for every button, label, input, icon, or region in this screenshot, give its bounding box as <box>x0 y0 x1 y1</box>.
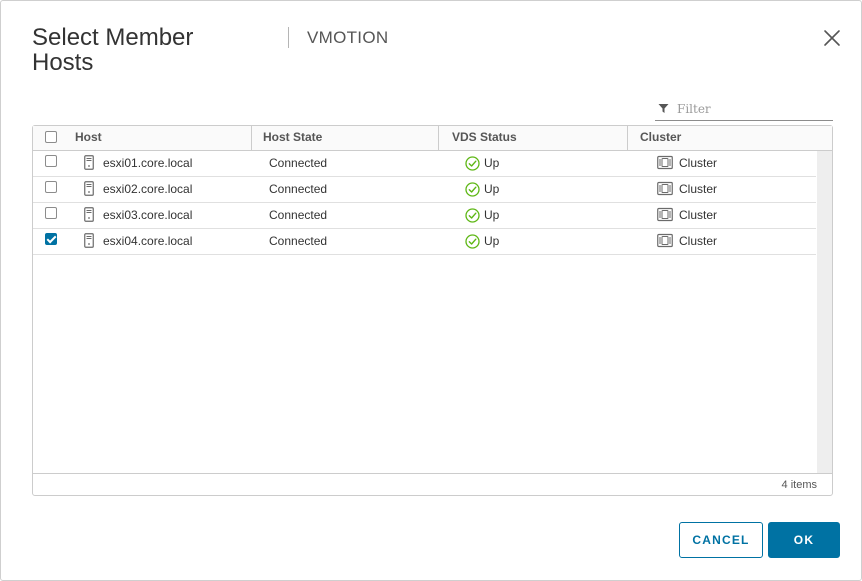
column-header-host-state[interactable]: Host State <box>263 126 322 150</box>
ok-button[interactable]: OK <box>768 522 840 558</box>
row-checkbox[interactable] <box>45 181 57 193</box>
host-state: Connected <box>269 234 328 248</box>
title-divider <box>288 27 289 48</box>
vds-status: Up <box>484 156 500 170</box>
status-ok-icon <box>465 234 480 249</box>
grid-header: Host Host State VDS Status Cluster <box>33 126 832 151</box>
row-checkbox[interactable] <box>45 207 57 219</box>
table-row[interactable]: esxi01.core.local Connected Up Cluster <box>33 151 816 177</box>
column-separator[interactable] <box>251 126 252 150</box>
table-row[interactable]: esxi04.core.local Connected Up Cluster <box>33 229 816 255</box>
cluster-link[interactable]: Cluster <box>679 203 717 228</box>
cluster-link[interactable]: Cluster <box>679 177 717 202</box>
host-server-icon <box>84 181 94 196</box>
filter-input[interactable] <box>677 100 827 118</box>
grid-scrollbar[interactable] <box>817 151 832 473</box>
column-separator[interactable] <box>438 126 439 150</box>
item-count: 4 items <box>781 479 817 491</box>
row-checkbox[interactable] <box>45 155 57 167</box>
select-member-hosts-dialog: Select Member Hosts VMOTION Host Host St… <box>0 0 862 581</box>
cluster-icon <box>657 233 673 248</box>
cluster-link[interactable]: Cluster <box>679 151 717 176</box>
table-row[interactable]: esxi02.core.local Connected Up Cluster <box>33 177 816 203</box>
column-header-host[interactable]: Host <box>75 126 102 150</box>
dialog-subtitle: VMOTION <box>307 28 389 47</box>
cancel-button[interactable]: CANCEL <box>679 522 763 558</box>
host-name[interactable]: esxi03.core.local <box>103 203 192 228</box>
host-state: Connected <box>269 208 328 222</box>
cluster-icon <box>657 155 673 170</box>
vds-status: Up <box>484 182 500 196</box>
column-header-cluster[interactable]: Cluster <box>640 126 681 150</box>
cluster-link[interactable]: Cluster <box>679 229 717 254</box>
vds-status: Up <box>484 234 500 248</box>
filter-icon <box>658 104 669 113</box>
host-server-icon <box>84 233 94 248</box>
filter-box <box>655 100 833 121</box>
status-ok-icon <box>465 208 480 223</box>
column-separator[interactable] <box>627 126 628 150</box>
host-state: Connected <box>269 156 328 170</box>
row-checkbox[interactable] <box>45 233 57 245</box>
table-row[interactable]: esxi03.core.local Connected Up Cluster <box>33 203 816 229</box>
hosts-datagrid: Host Host State VDS Status Cluster esxi0… <box>32 125 833 496</box>
host-name[interactable]: esxi01.core.local <box>103 151 192 176</box>
cluster-icon <box>657 181 673 196</box>
status-ok-icon <box>465 182 480 197</box>
host-state: Connected <box>269 182 328 196</box>
cluster-icon <box>657 207 673 222</box>
column-header-vds-status[interactable]: VDS Status <box>452 126 517 150</box>
host-server-icon <box>84 155 94 170</box>
host-name[interactable]: esxi04.core.local <box>103 229 192 254</box>
dialog-title: Select Member Hosts <box>32 24 194 76</box>
status-ok-icon <box>465 156 480 171</box>
grid-footer: 4 items <box>33 473 832 496</box>
host-name[interactable]: esxi02.core.local <box>103 177 192 202</box>
select-all-checkbox[interactable] <box>45 131 57 143</box>
vds-status: Up <box>484 208 500 222</box>
host-server-icon <box>84 207 94 222</box>
close-icon[interactable] <box>821 27 843 49</box>
